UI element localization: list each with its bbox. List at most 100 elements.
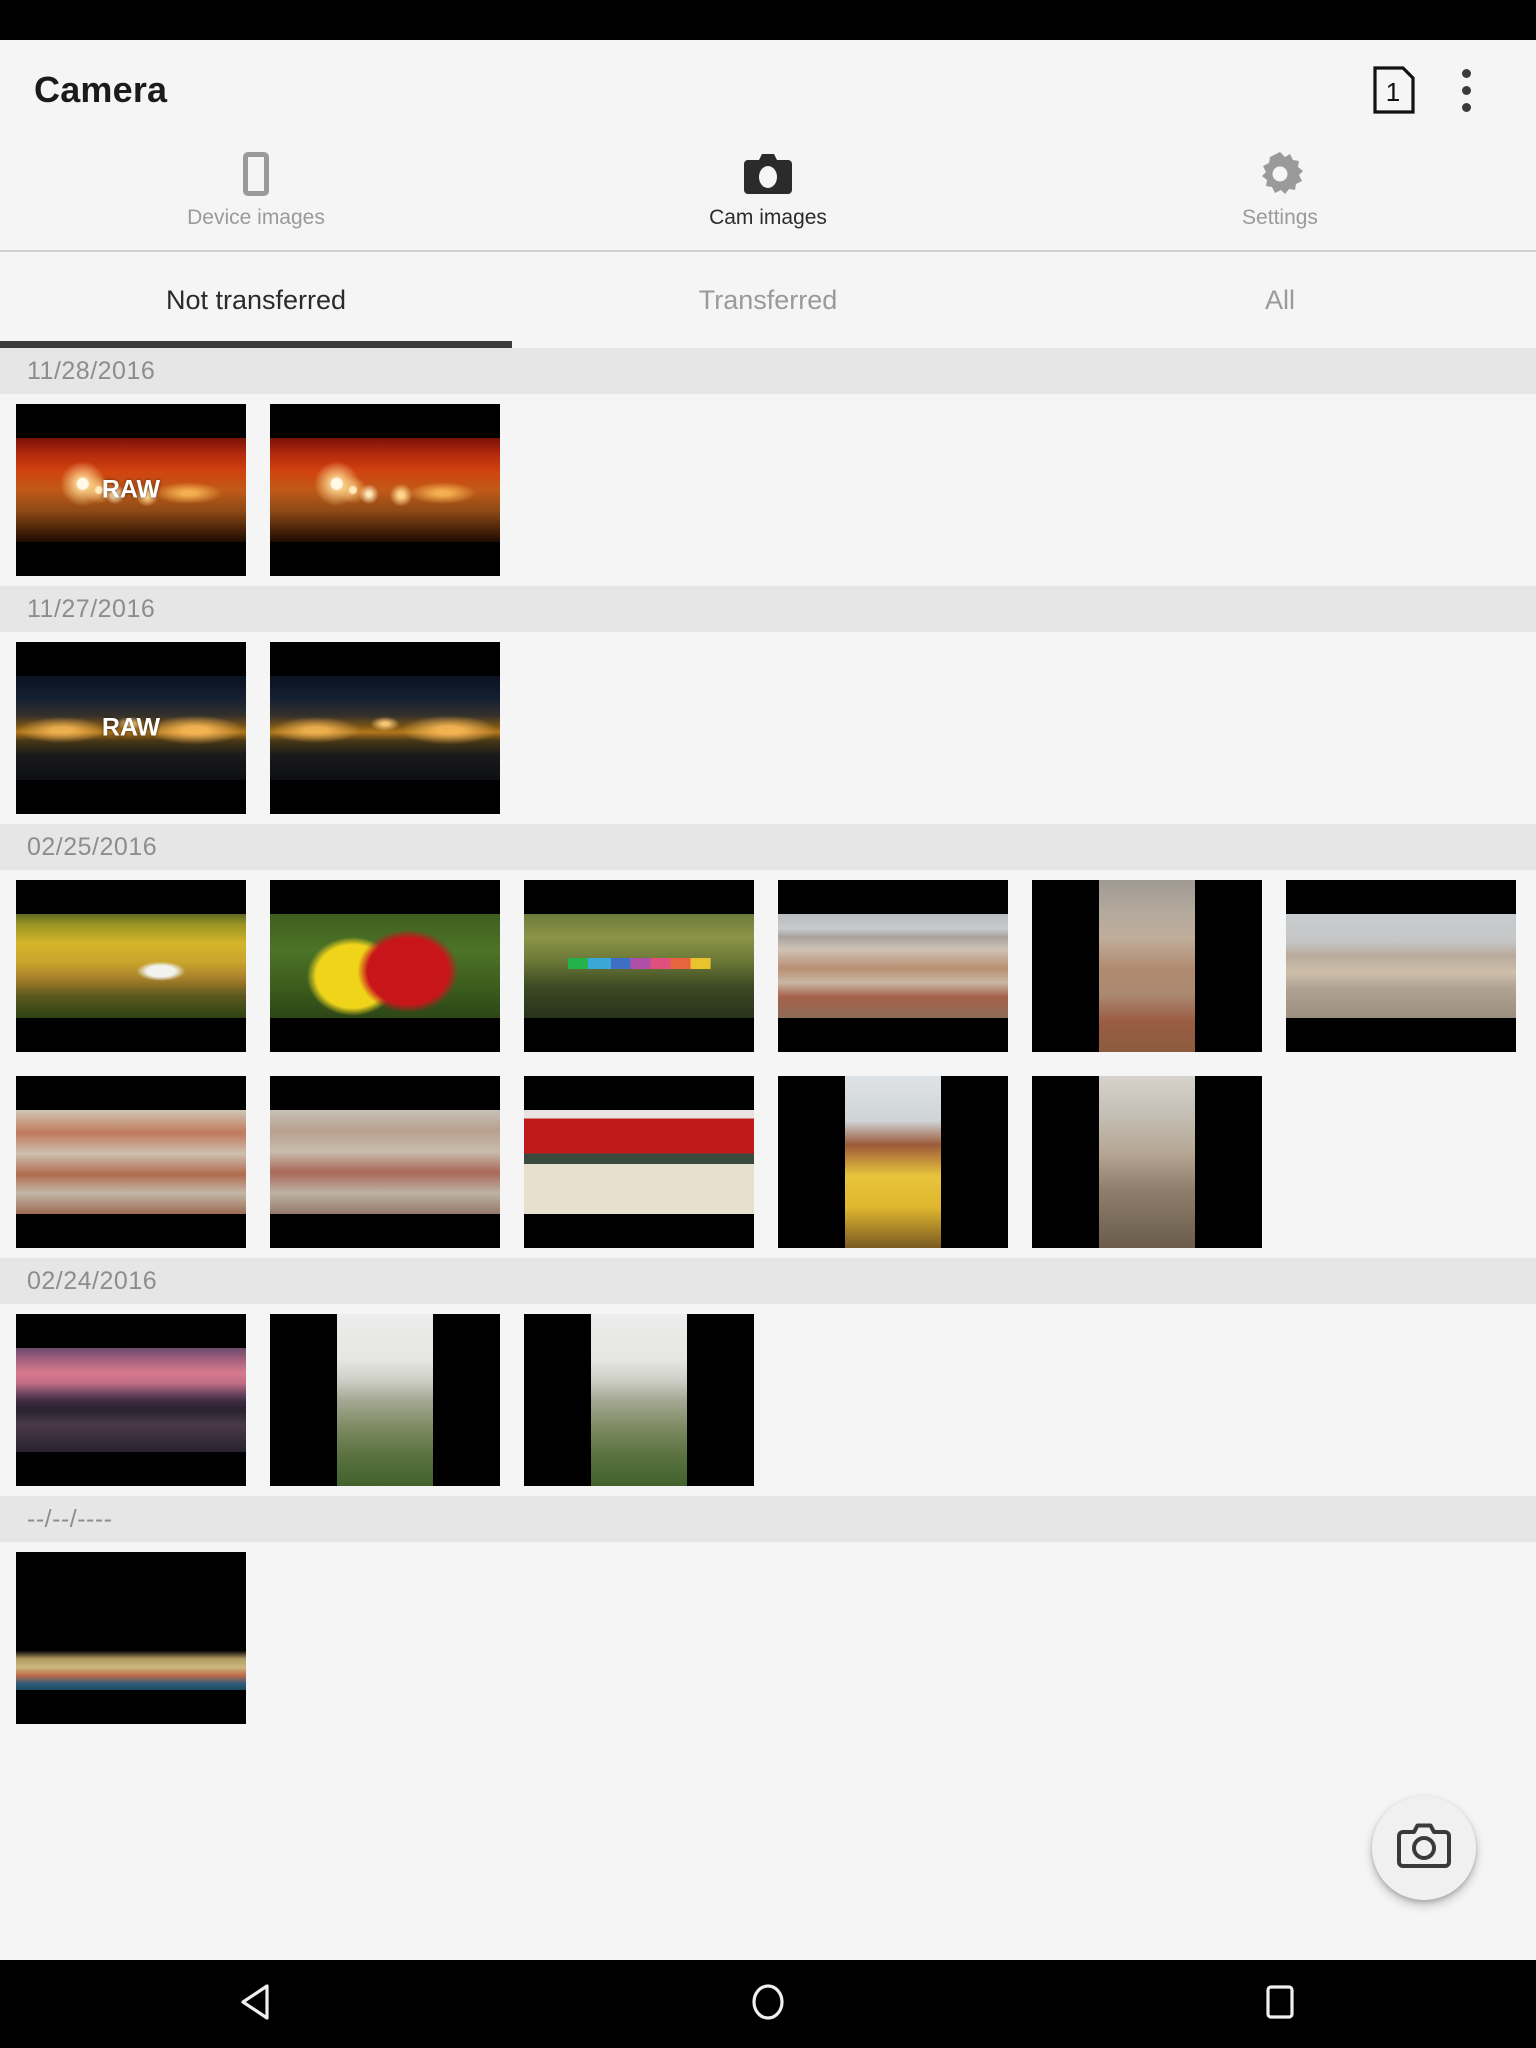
- letterbox-top: [778, 880, 1008, 915]
- letterbox-bottom: [524, 1213, 754, 1248]
- thumbnail[interactable]: [1032, 1076, 1262, 1248]
- pillarbox-right: [433, 1314, 500, 1486]
- pillarbox-right: [1195, 880, 1262, 1052]
- thumbnail[interactable]: [270, 642, 500, 814]
- letterbox-top: [270, 880, 500, 915]
- sub-tab-indicator: [0, 341, 512, 348]
- letterbox-bottom: [270, 1213, 500, 1248]
- letterbox-top: [270, 1076, 500, 1111]
- thumbnail-image: [270, 1110, 500, 1214]
- letterbox-bottom: [16, 1451, 246, 1486]
- date-group-header: 11/28/2016: [0, 348, 1536, 394]
- overflow-menu-button[interactable]: [1430, 54, 1502, 126]
- letterbox-bottom: [524, 1017, 754, 1052]
- status-bar: [0, 0, 1536, 40]
- raw-badge: RAW: [101, 713, 161, 742]
- nav-home-button[interactable]: [512, 1960, 1024, 2048]
- recents-square-icon: [1263, 1983, 1297, 2026]
- letterbox-top: [16, 1314, 246, 1349]
- image-gallery[interactable]: 11/28/2016 RAW 11/27/2016 RAW 02/25/2016 02/2…: [0, 348, 1536, 1960]
- thumbnail-row: [0, 1304, 1536, 1496]
- back-triangle-icon: [238, 1983, 274, 2026]
- thumbnail[interactable]: [1286, 880, 1516, 1052]
- thumbnail[interactable]: [270, 880, 500, 1052]
- tab-cam-images[interactable]: Cam images: [512, 140, 1024, 250]
- pillarbox-left: [1032, 1076, 1099, 1248]
- letterbox-top: [524, 1076, 754, 1111]
- thumbnail-image: [16, 914, 246, 1018]
- thumbnail-image: [270, 914, 500, 1018]
- letterbox-bottom: [270, 1017, 500, 1052]
- main-tab-bar: Device images Cam images Settings: [0, 140, 1536, 252]
- tab-settings-label: Settings: [1242, 206, 1318, 229]
- app-root: Camera 1 Device images Cam images Settin…: [0, 0, 1536, 2048]
- page-title: Camera: [34, 69, 168, 110]
- thumbnail[interactable]: [16, 1076, 246, 1248]
- pillarbox-left: [778, 1076, 845, 1248]
- thumbnail[interactable]: [778, 880, 1008, 1052]
- thumbnail-image: [844, 1076, 942, 1248]
- camera-outline-icon: [1396, 1822, 1452, 1875]
- thumbnail[interactable]: RAW: [16, 404, 246, 576]
- nav-recents-button[interactable]: [1024, 1960, 1536, 2048]
- letterbox-bottom: [16, 541, 246, 576]
- date-group-header: --/--/----: [0, 1496, 1536, 1542]
- thumbnail[interactable]: [778, 1076, 1008, 1248]
- thumbnail-row: RAW: [0, 394, 1536, 586]
- gear-icon: [1256, 148, 1304, 200]
- letterbox-bottom: [778, 1017, 1008, 1052]
- thumbnail[interactable]: [16, 1552, 246, 1724]
- thumbnail[interactable]: RAW: [16, 642, 246, 814]
- thumbnail[interactable]: [270, 1076, 500, 1248]
- thumbnail[interactable]: [1032, 880, 1262, 1052]
- thumbnail-image: [778, 914, 1008, 1018]
- letterbox-bottom: [16, 1017, 246, 1052]
- sub-tab-bar: Not transferred Transferred All: [0, 252, 1536, 348]
- tab-device-images[interactable]: Device images: [0, 140, 512, 250]
- tab-all[interactable]: All: [1024, 252, 1536, 348]
- letterbox-top: [16, 880, 246, 915]
- thumbnail-image: [16, 1586, 246, 1690]
- thumbnail-image: [270, 438, 500, 542]
- letterbox-bottom: [16, 1689, 246, 1724]
- thumbnail-image: [524, 1110, 754, 1214]
- tab-not-transferred[interactable]: Not transferred: [0, 252, 512, 348]
- take-picture-fab[interactable]: [1372, 1796, 1476, 1900]
- page-badge-icon: 1: [1373, 66, 1415, 114]
- tab-cam-images-label: Cam images: [709, 206, 827, 229]
- thumbnail[interactable]: [16, 1314, 246, 1486]
- thumbnail[interactable]: [524, 1076, 754, 1248]
- letterbox-bottom: [270, 779, 500, 814]
- thumbnail[interactable]: [524, 1314, 754, 1486]
- letterbox-top: [270, 642, 500, 677]
- android-nav-bar: [0, 1960, 1536, 2048]
- letterbox-top: [16, 1552, 246, 1587]
- date-group-header: 02/25/2016: [0, 824, 1536, 870]
- letterbox-top: [16, 642, 246, 677]
- home-circle-icon: [749, 1982, 787, 2027]
- thumbnail[interactable]: [270, 404, 500, 576]
- camera-icon: [742, 148, 794, 200]
- nav-back-button[interactable]: [0, 1960, 512, 2048]
- thumbnail-image: [336, 1314, 434, 1486]
- thumbnail[interactable]: [16, 880, 246, 1052]
- letterbox-top: [16, 1076, 246, 1111]
- thumbnail-image: [1098, 1076, 1196, 1248]
- letterbox-top: [524, 880, 754, 915]
- thumbnail[interactable]: [270, 1314, 500, 1486]
- kebab-menu-icon: [1461, 68, 1471, 112]
- pillarbox-right: [687, 1314, 754, 1486]
- letterbox-top: [16, 404, 246, 439]
- thumbnail[interactable]: [524, 880, 754, 1052]
- tab-transferred[interactable]: Transferred: [512, 252, 1024, 348]
- pillarbox-left: [270, 1314, 337, 1486]
- page-badge-count: 1: [1386, 77, 1400, 107]
- thumbnail-image: [524, 914, 754, 1018]
- tab-settings[interactable]: Settings: [1024, 140, 1536, 250]
- thumbnail-image: [590, 1314, 688, 1486]
- thumbnail-image: [270, 676, 500, 780]
- page-count-button[interactable]: 1: [1358, 54, 1430, 126]
- letterbox-bottom: [16, 779, 246, 814]
- pillarbox-left: [1032, 880, 1099, 1052]
- thumbnail-image: [16, 1110, 246, 1214]
